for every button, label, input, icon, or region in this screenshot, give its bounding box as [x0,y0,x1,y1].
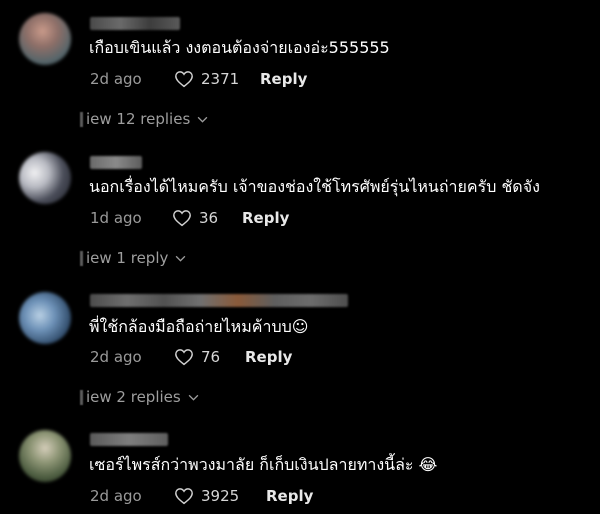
comment-time: 2d ago [90,348,142,366]
heart-outline-icon [175,488,193,505]
like-count: 76 [201,348,221,366]
like-button[interactable]: 76 [174,348,245,366]
view-replies-toggle[interactable]: iew 2 replies [80,388,199,406]
heart-outline-icon [173,210,191,227]
like-count: 36 [199,209,219,227]
username-blurred[interactable] [90,156,142,169]
avatar[interactable] [19,292,71,344]
comment-meta: 2d ago 76 Reply [90,346,292,368]
chevron-down-icon [176,255,186,262]
view-replies-toggle[interactable]: iew 1 reply [80,249,186,267]
heart-outline-icon [175,71,193,88]
chevron-down-icon [197,116,208,123]
reply-button[interactable]: Reply [266,487,313,505]
like-count: 3925 [201,487,240,505]
heart-outline-icon [175,349,193,366]
comment-time: 2d ago [90,487,142,505]
like-button[interactable]: 2371 [174,70,260,88]
avatar[interactable] [19,430,71,482]
chevron-down-icon [188,394,199,401]
reply-button[interactable]: Reply [242,209,289,227]
avatar[interactable] [19,13,71,65]
replies-indent-bar [80,111,83,127]
view-replies-label: iew 2 replies [86,388,181,406]
reply-button[interactable]: Reply [245,348,292,366]
username-blurred[interactable] [90,294,348,307]
like-button[interactable]: 36 [172,209,242,227]
comment-meta: 2d ago 3925 Reply [90,485,313,507]
view-replies-label: iew 1 reply [86,249,169,267]
comment-meta: 2d ago 2371 Reply [90,68,307,90]
username-blurred[interactable] [90,433,168,446]
view-replies-label: iew 12 replies [86,110,191,128]
comment-meta: 1d ago 36 Reply [90,207,289,229]
comment-text: พี่ใช้กล้องมือถือถ่ายไหมค้าบบ☺ [89,317,309,336]
username-blurred[interactable] [90,17,180,30]
like-button[interactable]: 3925 [174,487,266,505]
comment-text: นอกเรื่องได้ไหมครับ เจ้าของช่องใช้โทรศัพ… [89,177,540,196]
like-count: 2371 [201,70,240,88]
comment-time: 2d ago [90,70,142,88]
comment-text: เซอร์ไพรส์กว่าพวงมาลัย ก็เก็บเงินปลายทาง… [89,455,438,474]
replies-indent-bar [80,250,83,266]
reply-button[interactable]: Reply [260,70,307,88]
comment-time: 1d ago [90,209,142,227]
avatar[interactable] [19,152,71,204]
view-replies-toggle[interactable]: iew 12 replies [80,110,208,128]
replies-indent-bar [80,389,83,405]
comment-text: เกือบเขินแล้ว งงตอนต้องจ่ายเองอ่ะ555555 [89,38,390,57]
